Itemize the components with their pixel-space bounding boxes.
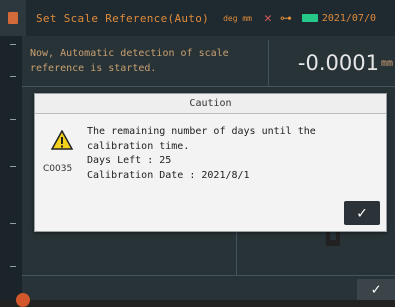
rail-tick [10,76,16,77]
date-display: 2021/07/0 [321,12,376,24]
measurement-value: -0.0001 [297,51,379,75]
dialog-title: Caution [35,94,386,114]
title-bar: Set Scale Reference(Auto) deg mm ✕ ⊶ 202… [0,0,395,37]
rail-tick [10,166,16,167]
rail-tick [10,266,16,267]
caution-dialog: Caution C0035 The remaining number of da… [34,93,387,232]
dialog-message: The remaining number of days until the c… [87,125,377,183]
confirm-button[interactable]: ✓ [357,279,395,300]
app-menu-icon[interactable] [0,0,26,36]
units-indicator: deg mm [223,13,252,23]
rail-tick [10,44,16,45]
status-dot-icon [16,293,30,307]
warning-icon [51,130,73,150]
divider [22,275,395,276]
message-line: calibration time. [87,140,190,152]
left-rail [0,36,23,300]
screen-title: Set Scale Reference(Auto) [36,11,210,25]
wrench-icon: ✕ [263,10,272,26]
key-icon: ⊶ [279,11,292,25]
message-line: The remaining number of days until the [87,126,316,137]
ok-button[interactable]: ✓ [344,201,380,225]
measurement-display: -0.0001 mm [268,40,395,86]
rail-tick [10,223,16,224]
measurement-unit: mm [380,57,393,69]
status-message: Now, Automatic detection of scale refere… [30,48,229,74]
days-left: Days Left : 25 [87,155,172,166]
divider [22,86,395,87]
divider [236,230,237,275]
rail-tick [10,119,16,120]
error-code: C0035 [43,164,73,174]
battery-icon [301,14,318,22]
calibration-date: Calibration Date : 2021/8/1 [87,169,250,181]
